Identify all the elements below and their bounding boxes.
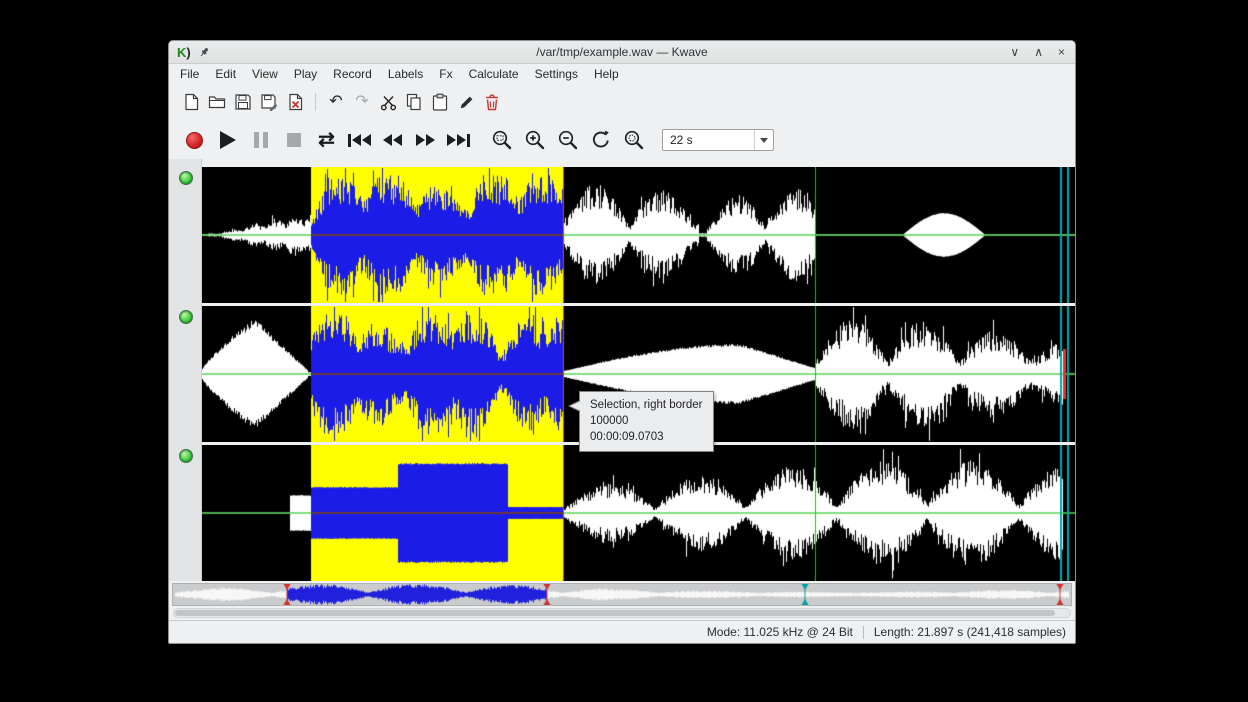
horizontal-scrollbar[interactable] [173, 608, 1071, 618]
toolbar-separator [315, 93, 316, 111]
shade-button[interactable]: ∨ [1010, 46, 1019, 58]
open-file-button[interactable] [204, 89, 230, 115]
menu-edit[interactable]: Edit [207, 64, 244, 84]
menu-record[interactable]: Record [325, 64, 380, 84]
record-button[interactable] [178, 125, 211, 155]
play-button[interactable] [211, 125, 244, 155]
close-button[interactable]: × [1058, 46, 1065, 58]
loop-button[interactable]: ⇄ [310, 125, 343, 155]
copy-button[interactable] [401, 89, 427, 115]
skip-end-icon [447, 134, 470, 147]
copy-icon [405, 93, 423, 111]
zoom-selection-icon [491, 129, 513, 151]
save-as-floppy-pencil-icon [260, 93, 278, 111]
delete-button[interactable] [479, 89, 505, 115]
menu-file[interactable]: File [172, 64, 207, 84]
new-file-icon [183, 93, 200, 111]
menu-view[interactable]: View [244, 64, 286, 84]
combo-dropdown-arrow-icon [754, 130, 773, 150]
menu-play[interactable]: Play [286, 64, 325, 84]
skip-end-button[interactable] [442, 125, 475, 155]
zoom-previous-icon [590, 129, 612, 151]
paste-button[interactable] [427, 89, 453, 115]
track-controls-strip [169, 159, 202, 581]
skip-start-button[interactable] [343, 125, 376, 155]
zoom-selection-button[interactable] [485, 125, 518, 155]
cut-scissors-icon [380, 94, 397, 111]
pause-icon [254, 132, 268, 148]
forward-button[interactable] [409, 125, 442, 155]
scrollbar-thumb[interactable] [175, 610, 1055, 616]
save-floppy-icon [234, 93, 252, 111]
zoom-all-icon [623, 129, 645, 151]
zoom-all-button[interactable] [617, 125, 650, 155]
rewind-icon [383, 134, 402, 146]
cut-button[interactable] [375, 89, 401, 115]
trash-icon [484, 93, 500, 111]
status-separator [863, 626, 864, 639]
status-bar: Mode: 11.025 kHz @ 24 Bit Length: 21.897… [169, 620, 1075, 643]
menubar: File Edit View Play Record Labels Fx Cal… [169, 63, 1075, 85]
desktop-background: K) /var/tmp/example.wav — Kwave ∨ ∧ × Fi… [0, 0, 1248, 702]
loop-icon: ⇄ [318, 130, 335, 150]
zoom-time-value: 22 s [663, 133, 754, 147]
open-folder-icon [208, 93, 226, 111]
window-title: /var/tmp/example.wav — Kwave [169, 41, 1075, 63]
save-button[interactable] [230, 89, 256, 115]
track-2-led-button[interactable] [179, 310, 193, 324]
track-3-led-button[interactable] [179, 449, 193, 463]
status-mode: Mode: 11.025 kHz @ 24 Bit [707, 625, 853, 639]
transport-toolbar: ⇄ [169, 119, 1075, 161]
titlebar[interactable]: K) /var/tmp/example.wav — Kwave ∨ ∧ × [169, 41, 1075, 64]
tooltip-title: Selection, right border [590, 397, 703, 413]
zoom-time-combobox[interactable]: 22 s [662, 129, 774, 151]
pause-button[interactable] [244, 125, 277, 155]
menu-calculate[interactable]: Calculate [461, 64, 527, 84]
tooltip-time: 00:00:09.0703 [590, 429, 703, 445]
stop-button[interactable] [277, 125, 310, 155]
zoom-out-button[interactable] [551, 125, 584, 155]
undo-icon: ↶ [329, 94, 342, 110]
track-1-led-button[interactable] [179, 171, 193, 185]
record-icon [186, 132, 203, 149]
track-3-waveform[interactable] [202, 445, 1075, 581]
menu-settings[interactable]: Settings [527, 64, 586, 84]
close-file-button[interactable] [282, 89, 308, 115]
erase-button[interactable] [453, 89, 479, 115]
maximize-button[interactable]: ∧ [1034, 46, 1043, 58]
kwave-window: K) /var/tmp/example.wav — Kwave ∨ ∧ × Fi… [168, 40, 1076, 644]
file-toolbar: ↶ ↷ [169, 85, 1075, 119]
menu-help[interactable]: Help [586, 64, 627, 84]
rewind-button[interactable] [376, 125, 409, 155]
tooltip-samples: 100000 [590, 413, 703, 429]
zoom-previous-button[interactable] [584, 125, 617, 155]
paste-clipboard-icon [431, 93, 449, 111]
erase-pen-icon [458, 94, 475, 111]
signal-overview[interactable] [173, 584, 1071, 605]
undo-button[interactable]: ↶ [323, 89, 349, 115]
redo-icon: ↷ [355, 94, 368, 110]
zoom-in-icon [524, 129, 546, 151]
new-file-button[interactable] [178, 89, 204, 115]
save-as-button[interactable] [256, 89, 282, 115]
close-file-icon [287, 93, 304, 111]
track-1-waveform[interactable] [202, 167, 1075, 303]
zoom-out-icon [557, 129, 579, 151]
redo-button[interactable]: ↷ [349, 89, 375, 115]
menu-fx[interactable]: Fx [431, 64, 460, 84]
skip-start-icon [348, 134, 371, 147]
stop-icon [287, 133, 301, 147]
zoom-in-button[interactable] [518, 125, 551, 155]
forward-icon [416, 134, 435, 146]
status-length: Length: 21.897 s (241,418 samples) [874, 625, 1066, 639]
play-icon [220, 131, 236, 149]
menu-labels[interactable]: Labels [380, 64, 431, 84]
selection-tooltip: Selection, right border 100000 00:00:09.… [579, 391, 714, 452]
